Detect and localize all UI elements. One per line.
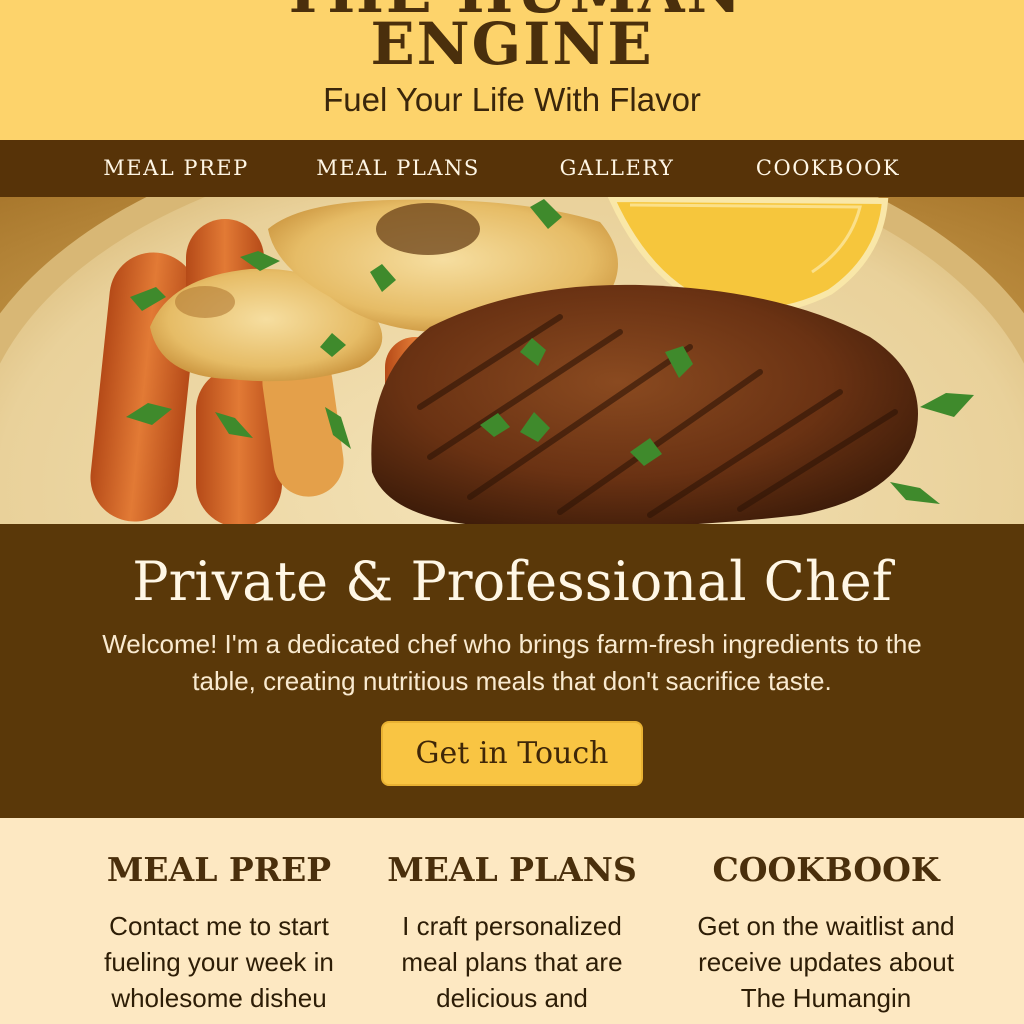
intro-heading: Private & Professional Chef xyxy=(132,550,892,613)
nav-item-cookbook[interactable]: COOKBOOK xyxy=(738,140,918,197)
feature-title[interactable]: MEAL PREP xyxy=(86,850,352,890)
nav-item-meal-plans[interactable]: MEAL PLANS xyxy=(303,140,493,197)
feature-column-meal-prep: MEAL PREP Contact me to start fueling yo… xyxy=(86,818,352,1024)
feature-text: Get on the waitlist and receive updates … xyxy=(697,911,955,1013)
feature-column-cookbook: COOKBOOK Get on the waitlist and receive… xyxy=(690,818,962,1024)
feature-title[interactable]: MEAL PLANS xyxy=(378,850,646,890)
nav-item-meal-prep[interactable]: MEAL PREP xyxy=(88,140,264,197)
features-section: MEAL PREP Contact me to start fueling yo… xyxy=(0,818,1024,1024)
intro-section: Private & Professional Chef Welcome! I'm… xyxy=(0,524,1024,818)
nav-item-gallery[interactable]: GALLERY xyxy=(540,140,694,197)
site-tagline: Fuel Your Life With Flavor xyxy=(323,81,701,118)
feature-column-meal-plans: MEAL PLANS I craft personalized meal pla… xyxy=(378,818,646,1024)
get-in-touch-button[interactable]: Get in Touch xyxy=(381,721,643,786)
intro-text: Welcome! I'm a dedicated chef who brings… xyxy=(102,629,922,696)
site-title: ENGINE xyxy=(370,10,654,78)
feature-title[interactable]: COOKBOOK xyxy=(690,850,962,890)
main-nav: MEAL PREP MEAL PLANS GALLERY COOKBOOK xyxy=(0,140,1024,197)
feature-text: Contact me to start fueling your week in… xyxy=(104,911,334,1013)
hero-food-image xyxy=(0,197,1024,524)
feature-text: I craft personalized meal plans that are… xyxy=(401,911,623,1013)
site-header: THE HUMAN ENGINE Fuel Your Life With Fla… xyxy=(0,0,1024,140)
